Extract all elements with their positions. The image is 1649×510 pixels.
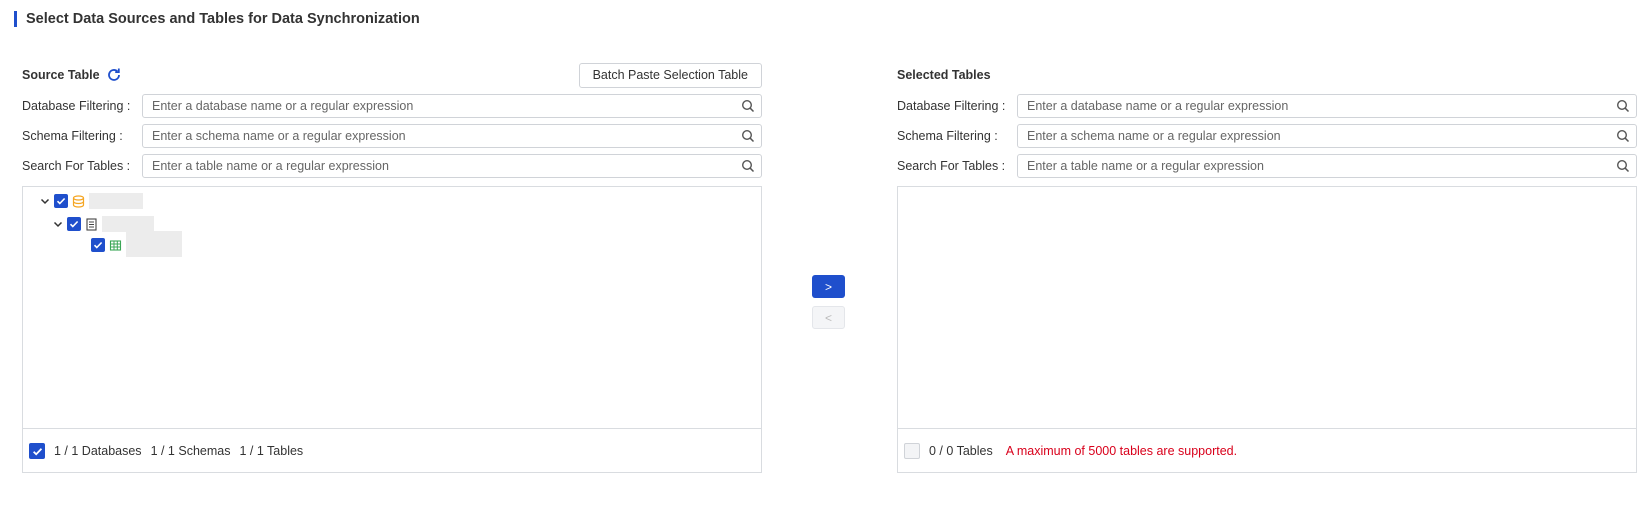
source-table-label: Source Table	[22, 68, 100, 82]
table-search-field[interactable]	[142, 154, 762, 178]
schema-name-redacted	[102, 216, 154, 232]
database-filter-input[interactable]	[152, 99, 741, 113]
source-tree-body	[23, 187, 761, 429]
tree-node-database[interactable]	[39, 193, 143, 209]
search-icon[interactable]	[741, 159, 755, 173]
page-title: Select Data Sources and Tables for Data …	[26, 11, 420, 27]
selected-tables-header: Selected Tables	[897, 62, 1637, 88]
schema-icon	[85, 217, 98, 231]
search-icon[interactable]	[1616, 99, 1630, 113]
batch-paste-button[interactable]: Batch Paste Selection Table	[578, 62, 762, 88]
selected-database-filter-input[interactable]	[1027, 99, 1616, 113]
table-checkbox[interactable]	[91, 238, 105, 252]
title-accent-bar	[14, 11, 17, 27]
transfer-buttons: > <	[812, 275, 845, 329]
database-filter-label: Database Filtering :	[22, 99, 131, 113]
selected-tables-count: 0 / 0 Tables	[929, 444, 993, 458]
source-tree: 1 / 1 Databases 1 / 1 Schemas 1 / 1 Tabl…	[22, 186, 762, 473]
max-tables-warning: A maximum of 5000 tables are supported.	[1005, 444, 1238, 458]
section-title: Select Data Sources and Tables for Data …	[14, 10, 420, 28]
tree-node-schema[interactable]	[52, 216, 154, 232]
selected-select-all-checkbox[interactable]	[904, 443, 920, 459]
selected-tables-panel: Selected Tables Database Filtering : Sch…	[897, 62, 1637, 473]
table-search-input[interactable]	[152, 159, 741, 173]
selected-tables-label: Selected Tables	[897, 68, 991, 82]
database-filter-row: Database Filtering :	[22, 94, 762, 118]
tree-node-table[interactable]	[91, 231, 182, 257]
source-table-header: Source Table Batch Paste Selection Table	[22, 62, 762, 88]
schema-checkbox[interactable]	[67, 217, 81, 231]
selected-table-search-row: Search For Tables :	[897, 154, 1637, 178]
selected-database-filter-row: Database Filtering :	[897, 94, 1637, 118]
table-name-redacted	[126, 231, 182, 257]
schemas-count: 1 / 1 Schemas	[150, 444, 231, 458]
source-table-panel: Source Table Batch Paste Selection Table…	[22, 62, 762, 473]
schema-filter-input[interactable]	[152, 129, 741, 143]
schema-filter-row: Schema Filtering :	[22, 124, 762, 148]
database-icon	[72, 194, 85, 208]
refresh-icon[interactable]	[106, 67, 122, 83]
source-tree-footer: 1 / 1 Databases 1 / 1 Schemas 1 / 1 Tabl…	[23, 429, 761, 473]
search-icon[interactable]	[1616, 159, 1630, 173]
selected-schema-filter-field[interactable]	[1017, 124, 1637, 148]
database-checkbox[interactable]	[54, 194, 68, 208]
chevron-down-icon[interactable]	[52, 218, 64, 230]
table-search-label: Search For Tables :	[22, 159, 131, 173]
selected-database-filter-label: Database Filtering :	[897, 99, 1006, 113]
search-icon[interactable]	[741, 129, 755, 143]
chevron-down-icon[interactable]	[39, 195, 51, 207]
selected-tree: 0 / 0 Tables A maximum of 5000 tables ar…	[897, 186, 1637, 473]
selected-table-search-label: Search For Tables :	[897, 159, 1006, 173]
selected-schema-filter-label: Schema Filtering :	[897, 129, 998, 143]
move-left-button[interactable]: <	[812, 306, 845, 329]
selected-table-search-field[interactable]	[1017, 154, 1637, 178]
schema-filter-label: Schema Filtering :	[22, 129, 123, 143]
table-search-row: Search For Tables :	[22, 154, 762, 178]
tables-count: 1 / 1 Tables	[239, 444, 304, 458]
schema-filter-field[interactable]	[142, 124, 762, 148]
selected-schema-filter-row: Schema Filtering :	[897, 124, 1637, 148]
search-icon[interactable]	[741, 99, 755, 113]
selected-tree-footer: 0 / 0 Tables A maximum of 5000 tables ar…	[898, 429, 1636, 473]
database-name-redacted	[89, 193, 143, 209]
selected-schema-filter-input[interactable]	[1027, 129, 1616, 143]
database-filter-field[interactable]	[142, 94, 762, 118]
selected-database-filter-field[interactable]	[1017, 94, 1637, 118]
search-icon[interactable]	[1616, 129, 1630, 143]
move-right-button[interactable]: >	[812, 275, 845, 298]
table-icon	[109, 239, 122, 252]
select-all-checkbox[interactable]	[29, 443, 45, 459]
selected-table-search-input[interactable]	[1027, 159, 1616, 173]
selected-tree-body	[898, 187, 1636, 429]
databases-count: 1 / 1 Databases	[54, 444, 142, 458]
